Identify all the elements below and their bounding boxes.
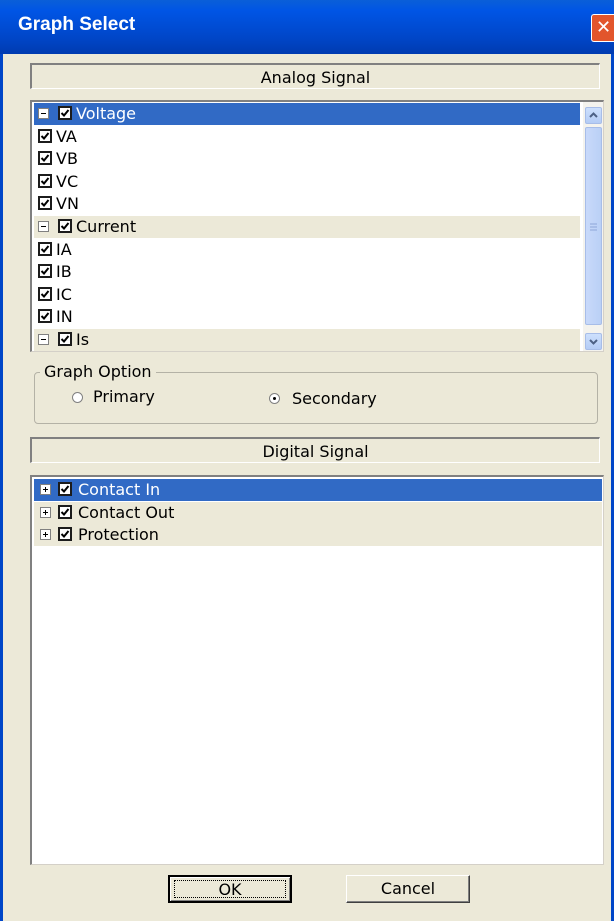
graph-option-legend: Graph Option [40, 362, 156, 381]
checkmark-icon [60, 109, 70, 117]
tree-checkbox[interactable] [58, 332, 72, 346]
tree-group-row[interactable]: Is [34, 329, 580, 351]
focus-indicator [174, 880, 286, 898]
tree-checkbox[interactable] [38, 241, 52, 256]
tree-item-row[interactable]: VN [34, 193, 580, 215]
tree-checkbox[interactable] [58, 482, 72, 496]
primary-radio-label[interactable]: Primary [93, 387, 155, 406]
scroll-up-button[interactable] [585, 107, 602, 124]
tree-group-row[interactable]: Current [34, 216, 580, 238]
tree-item-row[interactable]: VC [34, 171, 580, 193]
tree-checkbox[interactable] [58, 219, 72, 233]
tree-row-label: Voltage [76, 104, 137, 123]
tree-group-row[interactable]: Contact In [34, 479, 602, 501]
ok-button[interactable]: OK [168, 875, 292, 903]
checkmark-icon [60, 222, 70, 230]
tree-checkbox[interactable] [38, 151, 52, 166]
tree-checkbox[interactable] [38, 128, 52, 143]
analog-scrollbar[interactable] [583, 102, 603, 351]
checkmark-icon [40, 267, 50, 276]
tree-row-label: VN [56, 194, 79, 214]
collapse-icon[interactable] [38, 334, 49, 345]
window-frame-left [0, 54, 3, 921]
tree-checkbox[interactable] [38, 286, 52, 301]
checkmark-icon [60, 530, 70, 538]
tree-checkbox[interactable] [58, 504, 72, 519]
digital-signal-title: Digital Signal [262, 442, 369, 461]
expand-icon[interactable] [40, 529, 51, 540]
tree-row-label: IB [56, 262, 72, 282]
collapse-icon[interactable] [38, 108, 49, 119]
title-bar[interactable]: Graph Select ✕ [0, 0, 614, 54]
checkmark-icon [40, 131, 50, 140]
chevron-up-icon [589, 112, 598, 118]
analog-signal-tree[interactable]: Voltage VA VB VC VN Current IA IB IC IN Is [30, 100, 604, 352]
secondary-radio-label[interactable]: Secondary [292, 389, 377, 408]
tree-row-label: Contact Out [78, 502, 175, 522]
tree-item-row[interactable]: VA [34, 126, 580, 148]
tree-item-row[interactable]: IB [34, 261, 580, 283]
scroll-down-button[interactable] [585, 333, 602, 350]
checkmark-icon [60, 507, 70, 516]
close-icon: ✕ [595, 17, 612, 38]
expand-icon[interactable] [40, 506, 51, 518]
digital-signal-tree[interactable]: Contact In Contact Out Protection [30, 475, 604, 865]
tree-row-label: Contact In [78, 480, 161, 499]
tree-item-row[interactable]: IC [34, 284, 580, 306]
close-button[interactable]: ✕ [591, 14, 614, 42]
tree-group-row[interactable]: Protection [34, 524, 602, 546]
expand-icon[interactable] [40, 484, 51, 495]
checkmark-icon [40, 199, 50, 208]
tree-row-label: Protection [78, 525, 159, 544]
analog-signal-header: Analog Signal [30, 63, 600, 89]
checkmark-icon [40, 154, 50, 163]
tree-checkbox[interactable] [38, 173, 52, 188]
tree-row-label: IA [56, 239, 72, 259]
tree-row-label: VA [56, 126, 77, 146]
tree-checkbox[interactable] [58, 527, 72, 541]
collapse-icon[interactable] [38, 221, 49, 232]
checkmark-icon [40, 177, 50, 185]
tree-item-row[interactable]: VB [34, 148, 580, 170]
checkmark-icon [60, 335, 70, 343]
cancel-button-label: Cancel [380, 879, 436, 898]
primary-radio[interactable] [72, 392, 83, 403]
window-title: Graph Select [18, 14, 136, 35]
tree-row-label: Current [76, 217, 137, 236]
tree-row-label: IC [56, 284, 72, 304]
tree-group-row[interactable]: Contact Out [34, 501, 602, 524]
tree-item-row[interactable]: IN [34, 306, 580, 328]
checkmark-icon [40, 290, 50, 298]
chevron-down-icon [589, 339, 598, 345]
tree-row-label: Is [76, 330, 90, 349]
tree-checkbox[interactable] [58, 106, 72, 120]
cancel-button[interactable]: Cancel [346, 875, 470, 903]
analog-signal-title: Analog Signal [260, 68, 371, 87]
digital-signal-header: Digital Signal [30, 437, 600, 463]
tree-row-label: IN [56, 307, 73, 327]
tree-checkbox[interactable] [38, 196, 52, 211]
checkmark-icon [60, 485, 70, 493]
tree-group-row[interactable]: Voltage [34, 103, 580, 125]
scroll-thumb[interactable] [585, 127, 602, 325]
checkmark-icon [40, 244, 50, 253]
tree-row-label: VC [56, 171, 79, 191]
tree-row-label: VB [56, 149, 78, 169]
tree-checkbox[interactable] [38, 309, 52, 324]
secondary-radio[interactable] [269, 393, 280, 404]
tree-checkbox[interactable] [38, 264, 52, 279]
grip-icon [590, 223, 597, 231]
tree-item-row[interactable]: IA [34, 239, 580, 261]
checkmark-icon [40, 312, 50, 321]
